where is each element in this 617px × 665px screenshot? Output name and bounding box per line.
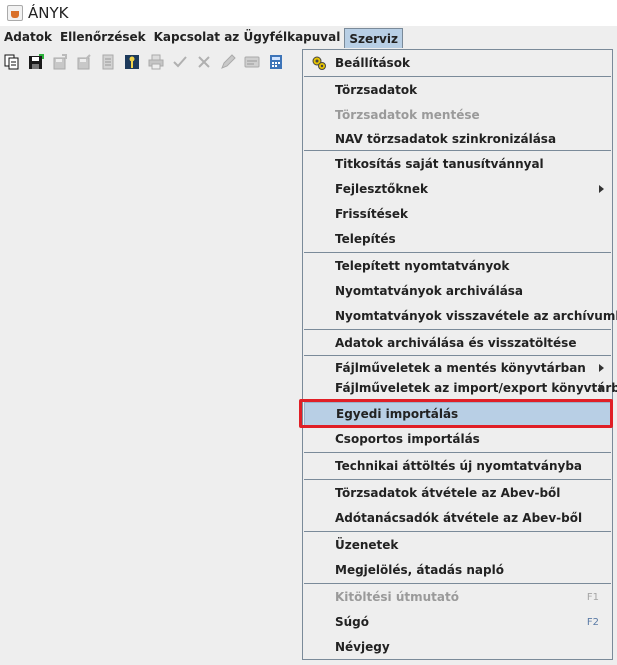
settings-icon: [311, 55, 327, 71]
separator: [304, 452, 611, 453]
title-bar: ÁNYK: [0, 0, 617, 26]
shortcut-f2: F2: [586, 616, 599, 628]
menu-item-adatok-archivalasa[interactable]: Adatok archiválása és visszatöltése: [304, 331, 611, 355]
menu-bar: Adatok Ellenőrzések Kapcsolat az Ügyfélk…: [0, 26, 617, 48]
calculator-icon[interactable]: [267, 53, 285, 71]
separator: [304, 329, 611, 330]
check-icon[interactable]: [171, 53, 189, 71]
separator: [304, 479, 611, 480]
import-icon[interactable]: [75, 53, 93, 71]
separator: [304, 583, 611, 584]
menu-item-nav-szinkronizalas[interactable]: NAV törzsadatok szinkronizálása: [304, 127, 611, 151]
submenu-arrow-icon: [599, 364, 604, 372]
menu-szerviz[interactable]: Szerviz: [344, 28, 403, 48]
menu-ellenorzesek[interactable]: Ellenőrzések: [56, 26, 150, 48]
menu-item-megjeloles-naplo[interactable]: Megjelölés, átadás napló: [304, 558, 611, 582]
save-icon[interactable]: [27, 53, 45, 71]
menu-item-torzsadatok-mentese: Törzsadatok mentése: [335, 108, 480, 122]
copy-icon[interactable]: [3, 53, 21, 71]
submenu-arrow-icon: [599, 384, 604, 392]
szerviz-dropdown-menu: Beállítások Törzsadatok Törzsadatok ment…: [302, 49, 617, 660]
separator: [304, 252, 611, 253]
separator: [304, 76, 611, 77]
app-icon: [7, 5, 23, 21]
menu-item-telepitett-nyomtatvanyok[interactable]: Telepített nyomtatványok: [304, 254, 611, 278]
menu-item-frissitesek[interactable]: Frissítések: [304, 202, 611, 226]
menu-kapcsolat-ugyfelkapu[interactable]: Kapcsolat az Ügyfélkapuval: [150, 26, 345, 48]
card-icon[interactable]: [243, 53, 261, 71]
document-icon[interactable]: [99, 53, 117, 71]
menu-item-nyomtatvanyok-visszavetele[interactable]: Nyomtatványok visszavétele az archívumbó…: [304, 304, 617, 328]
print-icon[interactable]: [147, 53, 165, 71]
menu-item-nyomtatvanyok-archivalasa[interactable]: Nyomtatványok archiválása: [304, 279, 611, 303]
separator: [304, 531, 611, 532]
menu-item-sugo[interactable]: Súgó F2: [304, 610, 611, 634]
key-icon[interactable]: [123, 53, 141, 71]
menu-item-fejlesztoknek[interactable]: Fejlesztőknek: [304, 177, 611, 201]
menu-item-beallitasok[interactable]: Beállítások: [304, 51, 611, 75]
delete-icon[interactable]: [195, 53, 213, 71]
submenu-arrow-icon: [599, 185, 604, 193]
menu-item-nevjegy[interactable]: Névjegy: [304, 635, 611, 659]
edit-icon[interactable]: [219, 53, 237, 71]
highlight-annotation: [299, 399, 613, 428]
menu-item-fajlmuveletek-import-export[interactable]: Fájlműveletek az import/export könyvtárb…: [304, 376, 617, 400]
export-icon[interactable]: [51, 53, 69, 71]
menu-item-kitoltesi-utmutato: Kitöltési útmutató F1: [335, 590, 599, 604]
menu-item-technikai-attoltes[interactable]: Technikai áttöltés új nyomtatványba: [304, 454, 611, 478]
menu-item-adotanacsadok-atvetele[interactable]: Adótanácsadók átvétele az Abev-ből: [304, 506, 611, 530]
menu-item-torzsadatok-atvetele-abev[interactable]: Törzsadatok átvétele az Abev-ből: [304, 481, 611, 505]
menu-item-telepites[interactable]: Telepítés: [304, 227, 611, 251]
menu-item-titkositas[interactable]: Titkosítás saját tanusítvánnyal: [304, 152, 611, 176]
shortcut-f1: F1: [586, 591, 599, 603]
window-title: ÁNYK: [28, 4, 69, 22]
separator: [304, 150, 611, 151]
menu-item-uzenetek[interactable]: Üzenetek: [304, 533, 611, 557]
menu-item-torzsadatok[interactable]: Törzsadatok: [304, 78, 611, 102]
menu-item-csoportos-importalas[interactable]: Csoportos importálás: [304, 427, 611, 451]
menu-adatok[interactable]: Adatok: [0, 26, 56, 48]
